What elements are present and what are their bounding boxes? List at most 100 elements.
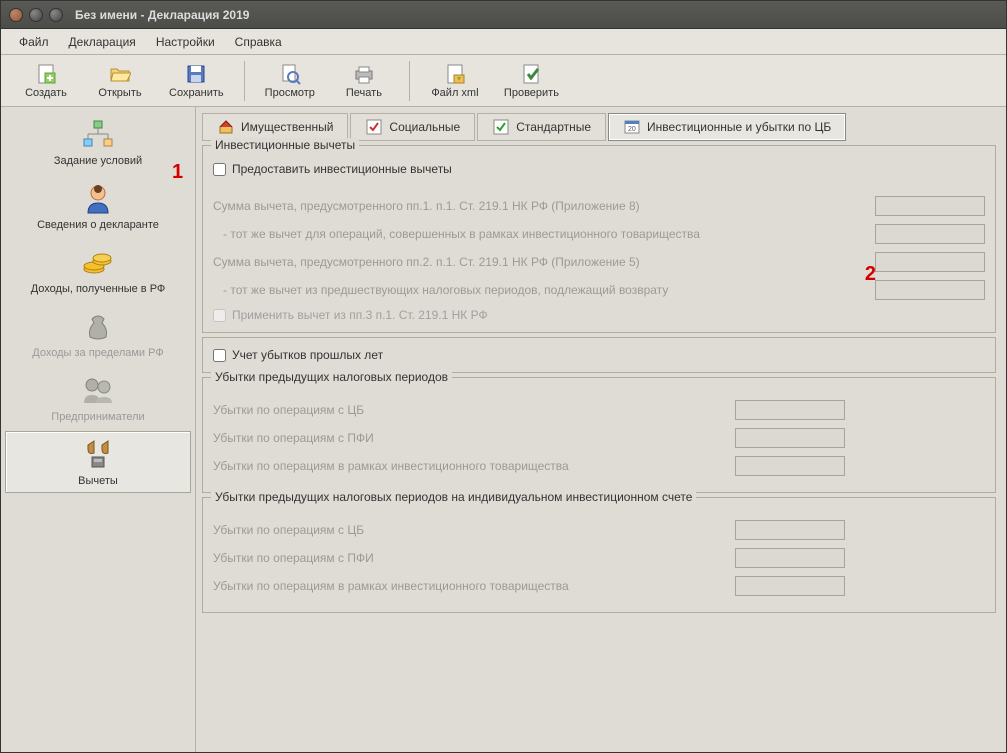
- losses2-row-2-label: Убытки по операциям с ПФИ: [213, 551, 735, 565]
- menu-file[interactable]: Файл: [11, 32, 57, 52]
- print-button[interactable]: Печать: [329, 59, 399, 103]
- open-label: Открыть: [98, 87, 141, 99]
- losses1-row-1: Убытки по операциям с ЦБ: [213, 400, 985, 420]
- sidebar-item-deductions[interactable]: Вычеты: [5, 431, 191, 493]
- provide-investment-label: Предоставить инвестиционные вычеты: [232, 162, 452, 176]
- xml-label: Файл xml: [431, 87, 478, 99]
- invest-row-1-input[interactable]: [875, 196, 985, 216]
- check-button[interactable]: Проверить: [494, 59, 569, 103]
- invest-row-3-input[interactable]: [875, 252, 985, 272]
- losses2-row-1-input[interactable]: [735, 520, 845, 540]
- invest-row-3-label: Сумма вычета, предусмотренного пп.2. п.1…: [213, 255, 875, 269]
- toolbar: Создать Открыть Сохранить Просмотр Печа: [1, 55, 1006, 107]
- losses1-row-1-label: Убытки по операциям с ЦБ: [213, 403, 735, 417]
- tab-label: Стандартные: [516, 120, 591, 134]
- content-area: Имущественный Социальные Стандартные 20 …: [196, 107, 1006, 752]
- group-legend: Убытки предыдущих налоговых периодов на …: [211, 490, 696, 504]
- invest-row-2: - тот же вычет для операций, совершенных…: [213, 224, 985, 244]
- sidebar-label: Сведения о декларанте: [37, 219, 159, 231]
- sidebar-label: Доходы за пределами РФ: [32, 347, 163, 359]
- invest-row-4-input[interactable]: [875, 280, 985, 300]
- losses2-row-3-label: Убытки по операциям в рамках инвестицион…: [213, 579, 735, 593]
- create-button[interactable]: Создать: [11, 59, 81, 103]
- losses2-row-3: Убытки по операциям в рамках инвестицион…: [213, 576, 985, 596]
- sidebar-item-declarant[interactable]: Сведения о декларанте: [5, 175, 191, 237]
- minimize-window-button[interactable]: [29, 8, 43, 22]
- close-window-button[interactable]: [9, 8, 23, 22]
- check-icon: [519, 62, 543, 86]
- menu-help[interactable]: Справка: [227, 32, 290, 52]
- print-icon: [352, 62, 376, 86]
- tab-label: Инвестиционные и убытки по ЦБ: [647, 120, 831, 134]
- invest-row-2-input[interactable]: [875, 224, 985, 244]
- toolbar-separator: [244, 61, 245, 101]
- money-bag-icon: [78, 309, 118, 345]
- sidebar-label: Предприниматели: [51, 411, 144, 423]
- apply-deduction-label: Применить вычет из пп.3 п.1. Ст. 219.1 Н…: [232, 308, 488, 322]
- invest-row-4-label: - тот же вычет из предшествующих налогов…: [213, 283, 875, 297]
- xml-button[interactable]: Файл xml: [420, 59, 490, 103]
- house-icon: [217, 118, 235, 136]
- print-label: Печать: [346, 87, 382, 99]
- svg-text:20: 20: [628, 126, 636, 133]
- tab-standard[interactable]: Стандартные: [477, 113, 606, 141]
- sidebar: Задание условий Сведения о декларанте До…: [1, 107, 196, 752]
- main-area: Задание условий Сведения о декларанте До…: [1, 107, 1006, 752]
- create-label: Создать: [25, 87, 67, 99]
- losses2-row-3-input[interactable]: [735, 576, 845, 596]
- sidebar-item-income-abroad[interactable]: Доходы за пределами РФ: [5, 303, 191, 365]
- provide-investment-checkbox-row: Предоставить инвестиционные вычеты: [213, 162, 985, 176]
- menubar: Файл Декларация Настройки Справка: [1, 29, 1006, 55]
- tab-property[interactable]: Имущественный: [202, 113, 348, 141]
- losses-checkbox[interactable]: [213, 349, 226, 362]
- losses1-row-3-input[interactable]: [735, 456, 845, 476]
- deductions-icon: [78, 437, 118, 473]
- preview-icon: [278, 62, 302, 86]
- apply-deduction-checkbox[interactable]: [213, 309, 226, 322]
- calendar-icon: 20: [623, 118, 641, 136]
- tab-social[interactable]: Социальные: [350, 113, 475, 141]
- folder-open-icon: [108, 62, 132, 86]
- losses1-row-3: Убытки по операциям в рамках инвестицион…: [213, 456, 985, 476]
- sidebar-label: Задание условий: [54, 155, 142, 167]
- provide-investment-checkbox[interactable]: [213, 163, 226, 176]
- menu-declaration[interactable]: Декларация: [61, 32, 144, 52]
- group-losses-iis: Убытки предыдущих налоговых периодов на …: [202, 497, 996, 613]
- checkbox-red-icon: [365, 118, 383, 136]
- tree-icon: [78, 117, 118, 153]
- window-controls: [9, 8, 63, 22]
- losses1-row-2: Убытки по операциям с ПФИ: [213, 428, 985, 448]
- losses2-row-1-label: Убытки по операциям с ЦБ: [213, 523, 735, 537]
- preview-button[interactable]: Просмотр: [255, 59, 325, 103]
- save-button[interactable]: Сохранить: [159, 59, 234, 103]
- window-title: Без имени - Декларация 2019: [75, 8, 249, 22]
- tab-label: Имущественный: [241, 120, 333, 134]
- losses2-row-2-input[interactable]: [735, 548, 845, 568]
- app-window: Без имени - Декларация 2019 Файл Деклара…: [0, 0, 1007, 753]
- group-investment-deductions: Инвестиционные вычеты Предоставить инвес…: [202, 145, 996, 333]
- sidebar-label: Доходы, полученные в РФ: [31, 283, 166, 295]
- losses2-row-1: Убытки по операциям с ЦБ: [213, 520, 985, 540]
- maximize-window-button[interactable]: [49, 8, 63, 22]
- invest-row-3: Сумма вычета, предусмотренного пп.2. п.1…: [213, 252, 985, 272]
- losses1-row-3-label: Убытки по операциям в рамках инвестицион…: [213, 459, 735, 473]
- people-icon: [78, 373, 118, 409]
- tab-investments[interactable]: 20 Инвестиционные и убытки по ЦБ: [608, 113, 846, 141]
- sidebar-item-conditions[interactable]: Задание условий: [5, 111, 191, 173]
- menu-settings[interactable]: Настройки: [148, 32, 223, 52]
- losses-checkbox-row: Учет убытков прошлых лет: [213, 348, 985, 362]
- save-icon: [184, 62, 208, 86]
- invest-row-1-label: Сумма вычета, предусмотренного пп.1. п.1…: [213, 199, 875, 213]
- losses1-row-1-input[interactable]: [735, 400, 845, 420]
- sidebar-item-income-rf[interactable]: Доходы, полученные в РФ: [5, 239, 191, 301]
- titlebar: Без имени - Декларация 2019: [1, 1, 1006, 29]
- save-label: Сохранить: [169, 87, 224, 99]
- invest-row-4: - тот же вычет из предшествующих налогов…: [213, 280, 985, 300]
- losses1-row-2-label: Убытки по операциям с ПФИ: [213, 431, 735, 445]
- open-button[interactable]: Открыть: [85, 59, 155, 103]
- check-label: Проверить: [504, 87, 559, 99]
- tabbar: Имущественный Социальные Стандартные 20 …: [202, 113, 996, 141]
- sidebar-item-entrepreneurs[interactable]: Предприниматели: [5, 367, 191, 429]
- losses2-row-2: Убытки по операциям с ПФИ: [213, 548, 985, 568]
- losses1-row-2-input[interactable]: [735, 428, 845, 448]
